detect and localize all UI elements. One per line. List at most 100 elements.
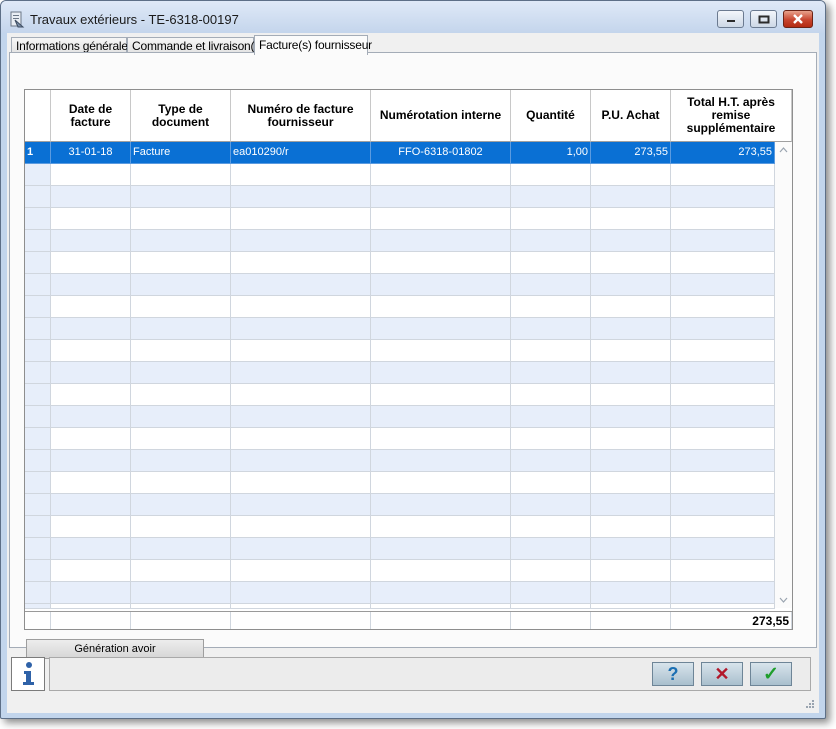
info-button[interactable] <box>11 657 45 691</box>
grid-cell[interactable] <box>25 296 51 318</box>
grid-cell[interactable] <box>231 428 371 450</box>
grid-cell[interactable] <box>671 208 775 230</box>
cancel-button[interactable]: ✕ <box>701 662 743 686</box>
grid-cell[interactable] <box>511 428 591 450</box>
grid-cell[interactable] <box>671 252 775 274</box>
maximize-button[interactable] <box>750 10 777 28</box>
grid-cell[interactable] <box>231 384 371 406</box>
grid-cell[interactable] <box>371 494 511 516</box>
header-numero-facture[interactable]: Numéro de facture fournisseur <box>231 90 371 142</box>
header-date-facture[interactable]: Date de facture <box>51 90 131 142</box>
grid-cell[interactable] <box>131 472 231 494</box>
grid-cell[interactable] <box>591 186 671 208</box>
grid-cell[interactable] <box>511 230 591 252</box>
grid-cell[interactable] <box>25 494 51 516</box>
grid-cell[interactable] <box>51 362 131 384</box>
grid-cell[interactable] <box>671 472 775 494</box>
grid-cell[interactable] <box>511 516 591 538</box>
grid-cell[interactable] <box>511 164 591 186</box>
grid-cell[interactable] <box>25 516 51 538</box>
grid-cell[interactable] <box>371 252 511 274</box>
grid-cell[interactable] <box>25 186 51 208</box>
grid-cell[interactable] <box>131 582 231 604</box>
grid-cell[interactable] <box>231 472 371 494</box>
grid-cell[interactable] <box>511 186 591 208</box>
grid-cell[interactable] <box>25 604 51 609</box>
grid-cell[interactable] <box>671 230 775 252</box>
grid-cell[interactable] <box>371 604 511 609</box>
help-button[interactable]: ? <box>652 662 694 686</box>
grid-cell[interactable] <box>591 362 671 384</box>
grid-cell[interactable] <box>671 274 775 296</box>
grid-cell[interactable] <box>131 164 231 186</box>
grid-cell[interactable] <box>591 296 671 318</box>
grid-cell[interactable] <box>591 384 671 406</box>
grid-cell[interactable] <box>671 318 775 340</box>
grid-cell[interactable] <box>671 428 775 450</box>
grid-cell[interactable] <box>231 538 371 560</box>
grid-cell[interactable] <box>25 582 51 604</box>
header-type-document[interactable]: Type de document <box>131 90 231 142</box>
grid-cell[interactable] <box>231 406 371 428</box>
grid-cell[interactable] <box>131 604 231 609</box>
grid-cell[interactable] <box>131 428 231 450</box>
grid-cell[interactable] <box>51 164 131 186</box>
grid-cell[interactable] <box>131 186 231 208</box>
grid-cell[interactable] <box>131 362 231 384</box>
grid-cell[interactable] <box>131 252 231 274</box>
grid-cell[interactable] <box>51 340 131 362</box>
grid-cell[interactable] <box>51 384 131 406</box>
grid-cell[interactable] <box>671 494 775 516</box>
grid-cell[interactable] <box>371 516 511 538</box>
grid-cell[interactable] <box>131 516 231 538</box>
grid-cell[interactable] <box>131 494 231 516</box>
grid-cell[interactable] <box>131 406 231 428</box>
grid-cell[interactable] <box>25 560 51 582</box>
grid-cell[interactable] <box>371 340 511 362</box>
grid-cell[interactable] <box>371 164 511 186</box>
grid-cell[interactable] <box>511 582 591 604</box>
grid-cell[interactable] <box>51 230 131 252</box>
cell-numero-interne[interactable]: FFO-6318-01802 <box>371 142 511 164</box>
grid-cell[interactable] <box>51 252 131 274</box>
grid-cell[interactable] <box>511 384 591 406</box>
grid-cell[interactable] <box>231 516 371 538</box>
grid-cell[interactable] <box>51 186 131 208</box>
grid-cell[interactable] <box>25 252 51 274</box>
grid-cell[interactable] <box>371 428 511 450</box>
grid-cell[interactable] <box>25 538 51 560</box>
header-pu-achat[interactable]: P.U. Achat <box>591 90 671 142</box>
grid-cell[interactable] <box>231 186 371 208</box>
grid-cell[interactable] <box>371 538 511 560</box>
grid-cell[interactable] <box>131 340 231 362</box>
grid-cell[interactable] <box>131 384 231 406</box>
grid-cell[interactable] <box>371 208 511 230</box>
grid-cell[interactable] <box>591 428 671 450</box>
grid-cell[interactable] <box>25 318 51 340</box>
grid-cell[interactable] <box>131 230 231 252</box>
grid-cell[interactable] <box>511 472 591 494</box>
grid-cell[interactable] <box>131 560 231 582</box>
grid-cell[interactable] <box>511 252 591 274</box>
scroll-down-icon[interactable] <box>779 597 788 603</box>
grid-cell[interactable] <box>511 450 591 472</box>
grid-cell[interactable] <box>671 560 775 582</box>
grid-cell[interactable] <box>511 494 591 516</box>
cell-numero-fournisseur[interactable]: ea010290/r <box>231 142 371 164</box>
cell-date[interactable]: 31-01-18 <box>51 142 131 164</box>
grid-cell[interactable] <box>131 538 231 560</box>
tab-factures-fournisseur[interactable]: Facture(s) fournisseur <box>254 35 372 55</box>
grid-cell[interactable] <box>591 604 671 609</box>
grid-cell[interactable] <box>25 428 51 450</box>
grid-cell[interactable] <box>591 208 671 230</box>
grid-cell[interactable] <box>371 472 511 494</box>
scroll-up-icon[interactable] <box>779 147 788 153</box>
grid-cell[interactable] <box>511 296 591 318</box>
grid-cell[interactable] <box>371 560 511 582</box>
cell-type[interactable]: Facture <box>131 142 231 164</box>
grid-cell[interactable] <box>51 472 131 494</box>
grid-cell[interactable] <box>25 362 51 384</box>
grid-cell[interactable] <box>51 582 131 604</box>
grid-cell[interactable] <box>231 252 371 274</box>
grid-cell[interactable] <box>371 450 511 472</box>
